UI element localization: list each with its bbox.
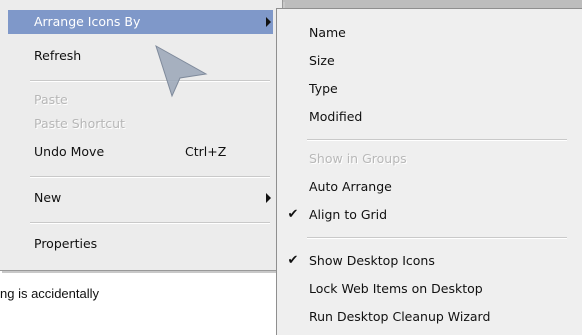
submenu-item-name[interactable]: Name (277, 21, 582, 45)
submenu-item-label: Size (309, 53, 335, 68)
submenu-item-auto-arrange[interactable]: Auto Arrange (277, 175, 582, 199)
menu-item-arrange-icons-by[interactable]: Arrange Icons By (8, 10, 273, 34)
menu-separator (30, 176, 270, 178)
submenu-item-type[interactable]: Type (277, 77, 582, 101)
menu-separator (307, 139, 567, 141)
menu-item-label: Properties (34, 236, 98, 251)
menu-item-label: New (34, 190, 62, 205)
menu-item-label: Paste (34, 92, 68, 107)
submenu-arrow-icon (266, 17, 271, 27)
submenu-item-label: Modified (309, 109, 363, 124)
submenu-item-label: Auto Arrange (309, 179, 392, 194)
submenu-item-run-cleanup-wizard[interactable]: Run Desktop Cleanup Wizard (277, 305, 582, 329)
desktop-context-menu: Arrange Icons By Refresh Paste Paste Sho… (0, 0, 283, 271)
arrange-icons-submenu: Name Size Type Modified Show in Groups A… (276, 8, 582, 335)
submenu-item-label: Run Desktop Cleanup Wizard (309, 309, 491, 324)
submenu-item-label: Align to Grid (309, 207, 388, 222)
checkmark-icon: ✔ (287, 207, 299, 222)
mouse-pointer-icon (155, 44, 208, 98)
menu-item-label: Paste Shortcut (34, 116, 125, 131)
submenu-item-modified[interactable]: Modified (277, 105, 582, 129)
submenu-arrow-icon (266, 193, 271, 203)
checkmark-icon: ✔ (287, 253, 299, 268)
menu-separator (307, 237, 567, 239)
menu-item-label: Undo Move (34, 144, 105, 159)
submenu-item-align-to-grid[interactable]: ✔ Align to Grid (277, 203, 582, 227)
submenu-item-size[interactable]: Size (277, 49, 582, 73)
submenu-item-label: Show Desktop Icons (309, 253, 435, 268)
submenu-item-label: Show in Groups (309, 151, 407, 166)
menu-item-shortcut: Ctrl+Z (185, 144, 227, 159)
submenu-item-label: Name (309, 25, 346, 40)
submenu-item-show-desktop-icons[interactable]: ✔ Show Desktop Icons (277, 249, 582, 273)
submenu-item-label: Type (309, 81, 338, 96)
menu-separator (30, 222, 270, 224)
background-text: ng is accidentally (0, 286, 99, 301)
submenu-item-show-in-groups[interactable]: Show in Groups (277, 147, 582, 171)
submenu-item-label: Lock Web Items on Desktop (309, 281, 483, 296)
menu-item-label: Refresh (34, 48, 82, 63)
menu-item-label: Arrange Icons By (34, 14, 141, 29)
submenu-item-lock-web-items[interactable]: Lock Web Items on Desktop (277, 277, 582, 301)
